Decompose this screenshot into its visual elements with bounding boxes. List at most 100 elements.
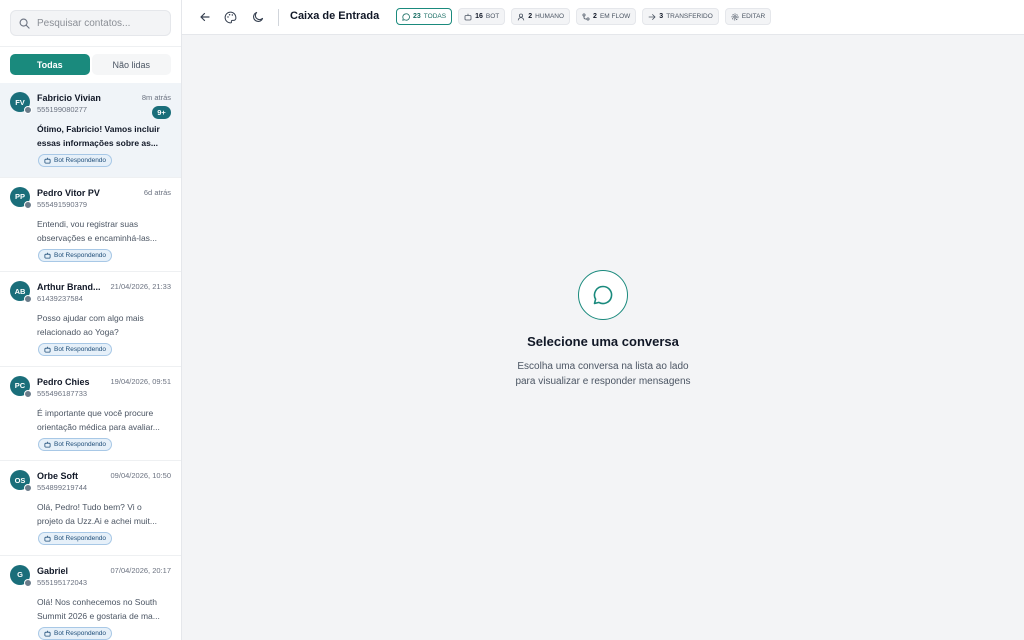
preview-line: orientação médica para avaliar... (37, 421, 160, 432)
tab-unread[interactable]: Não lidas (91, 54, 171, 75)
contact-phone: 555195172043 (37, 577, 88, 587)
empty-state-title: Selecione uma conversa (527, 334, 679, 349)
bot-icon (44, 441, 51, 448)
preview-line: Olá! Nos conhecemos no South (37, 596, 158, 607)
avatar: FV (10, 92, 32, 114)
preview-line: É importante que você procure (37, 407, 154, 418)
contact-phone: 61439237584 (37, 294, 83, 303)
timestamp: 6d atrás (143, 187, 171, 197)
message-preview: Olá! Nos conhecemos no South Summit 2026… (37, 595, 173, 623)
preview-line: Olá, Pedro! Tudo bem? Vi o (37, 502, 142, 512)
conversation-sidebar: Todas Não lidas FV Fabricio Vivian 8m at… (0, 0, 182, 640)
avatar: PC (10, 375, 32, 398)
arrow-left-icon (200, 12, 210, 22)
conversation-panel: Selecione uma conversa Escolha uma conve… (182, 35, 1024, 640)
edit-button[interactable]: EDITAR (724, 8, 772, 25)
subtitle-line: para visualizar e responder mensagens (515, 376, 691, 387)
whatsapp-icon (24, 200, 32, 209)
conversation-item[interactable]: AB Arthur Brand... 21/04/2026, 21:33 614… (0, 272, 181, 367)
preview-line: Entendi, vou registrar suas (37, 218, 139, 229)
conversation-list: FV Fabricio Vivian 8m atrás 555199080277… (0, 83, 181, 640)
whatsapp-icon (24, 484, 32, 492)
contact-name: Orbe Soft (37, 471, 79, 481)
status-filter-chips: 23 TODAS 16 BOT 2 HUMANO 2 EM FLOW 3 TRANSFER… (396, 8, 772, 25)
bot-icon (44, 630, 51, 637)
chip-todas[interactable]: 23 TODAS (396, 8, 453, 25)
contact-phone: 555199080277 (37, 105, 88, 114)
whatsapp-icon (24, 578, 32, 587)
chip-transferido[interactable]: 3 TRANSFERIDO (642, 8, 719, 25)
preview-line: Summit 2026 e gostaria de ma... (37, 610, 160, 621)
timestamp: 07/04/2026, 20:17 (110, 565, 171, 575)
empty-state-subtitle: Escolha uma conversa na lista ao lado pa… (182, 359, 1024, 389)
conversation-item[interactable]: OS Orbe Soft 09/04/2026, 10:50 554899219… (0, 461, 181, 556)
tab-all[interactable]: Todas (10, 54, 90, 75)
contact-name: Pedro Vitor PV (37, 187, 100, 198)
contact-phone: 555496187733 (37, 388, 88, 398)
timestamp: 19/04/2026, 09:51 (110, 376, 171, 386)
chip-bot[interactable]: 16 BOT (458, 8, 506, 25)
message-preview: Olá, Pedro! Tudo bem? Vi o projeto da Uz… (37, 500, 173, 528)
preview-line: projeto da Uzz.Ai e achei muit... (37, 516, 158, 526)
avatar: OS (10, 470, 32, 492)
moon-icon (253, 11, 264, 22)
whatsapp-icon (24, 106, 32, 114)
bot-icon (44, 252, 51, 259)
message-preview: Posso ajudar com algo mais relacionado a… (37, 311, 173, 339)
bot-icon (44, 346, 51, 353)
bot-icon (464, 13, 472, 20)
preview-line: observações e encaminhá-las... (37, 232, 158, 243)
whatsapp-icon (24, 389, 32, 398)
status-badge: Bot Respondendo (38, 154, 113, 167)
chip-humano[interactable]: 2 HUMANO (511, 8, 571, 25)
preview-line: essas informações sobre as... (37, 138, 158, 148)
avatar: G (10, 564, 32, 587)
preview-line: Posso ajudar com algo mais (37, 313, 144, 323)
status-badge: Bot Respondendo (38, 343, 113, 356)
contact-phone: 555491590379 (37, 199, 88, 209)
whatsapp-icon (24, 295, 32, 303)
bot-icon (44, 157, 51, 164)
preview-line: relacionado ao Yoga? (37, 327, 119, 337)
contact-name: Fabricio Vivian (37, 93, 101, 103)
subtitle-line: Escolha uma conversa na lista ao lado (517, 361, 689, 372)
divider (0, 46, 181, 47)
conversation-item[interactable]: G Gabriel 07/04/2026, 20:17 555195172043… (0, 556, 181, 640)
chat-bubble-icon (402, 12, 410, 21)
chip-em-flow[interactable]: 2 EM FLOW (576, 8, 637, 25)
conversation-item[interactable]: PC Pedro Chies 19/04/2026, 09:51 5554961… (0, 367, 181, 461)
search-input[interactable] (37, 17, 167, 29)
timestamp: 09/04/2026, 10:50 (110, 471, 171, 480)
unread-badge: 9+ (152, 106, 171, 119)
contact-phone: 554899219744 (37, 483, 88, 492)
preview-line: Ótimo, Fabricio! Vamos incluir (37, 124, 160, 134)
back-button[interactable] (198, 10, 212, 24)
palette-icon (224, 11, 236, 23)
gear-icon (731, 13, 739, 20)
conversation-item[interactable]: FV Fabricio Vivian 8m atrás 555199080277… (0, 83, 181, 178)
contact-name: Gabriel (37, 565, 69, 576)
message-preview: É importante que você procure orientação… (37, 406, 173, 434)
search-icon (19, 18, 30, 29)
status-badge: Bot Respondendo (38, 437, 113, 451)
contact-name: Arthur Brand... (37, 282, 101, 292)
status-badge: Bot Respondendo (38, 532, 113, 545)
page-title: Caixa de Entrada (290, 10, 380, 22)
chat-bubble-icon (593, 285, 613, 305)
flow-icon (582, 12, 590, 21)
message-preview: Ótimo, Fabricio! Vamos incluir essas inf… (37, 122, 173, 150)
status-badge: Bot Respondendo (38, 626, 113, 640)
divider (278, 9, 279, 26)
timestamp: 8m atrás (141, 93, 171, 102)
filter-tabs: Todas Não lidas (10, 54, 171, 75)
contact-name: Pedro Chies (37, 376, 90, 387)
user-icon (518, 13, 525, 20)
search-box[interactable] (10, 10, 171, 36)
theme-palette-button[interactable] (223, 10, 237, 24)
dark-mode-button[interactable] (251, 10, 265, 24)
top-bar: Caixa de Entrada 23 TODAS 16 BOT 2 HUMANO 2… (182, 0, 1024, 35)
conversation-item[interactable]: PP Pedro Vitor PV 6d atrás 555491590379 … (0, 178, 181, 272)
avatar: AB (10, 281, 32, 303)
timestamp: 21/04/2026, 21:33 (110, 282, 171, 291)
bot-icon (44, 535, 51, 542)
